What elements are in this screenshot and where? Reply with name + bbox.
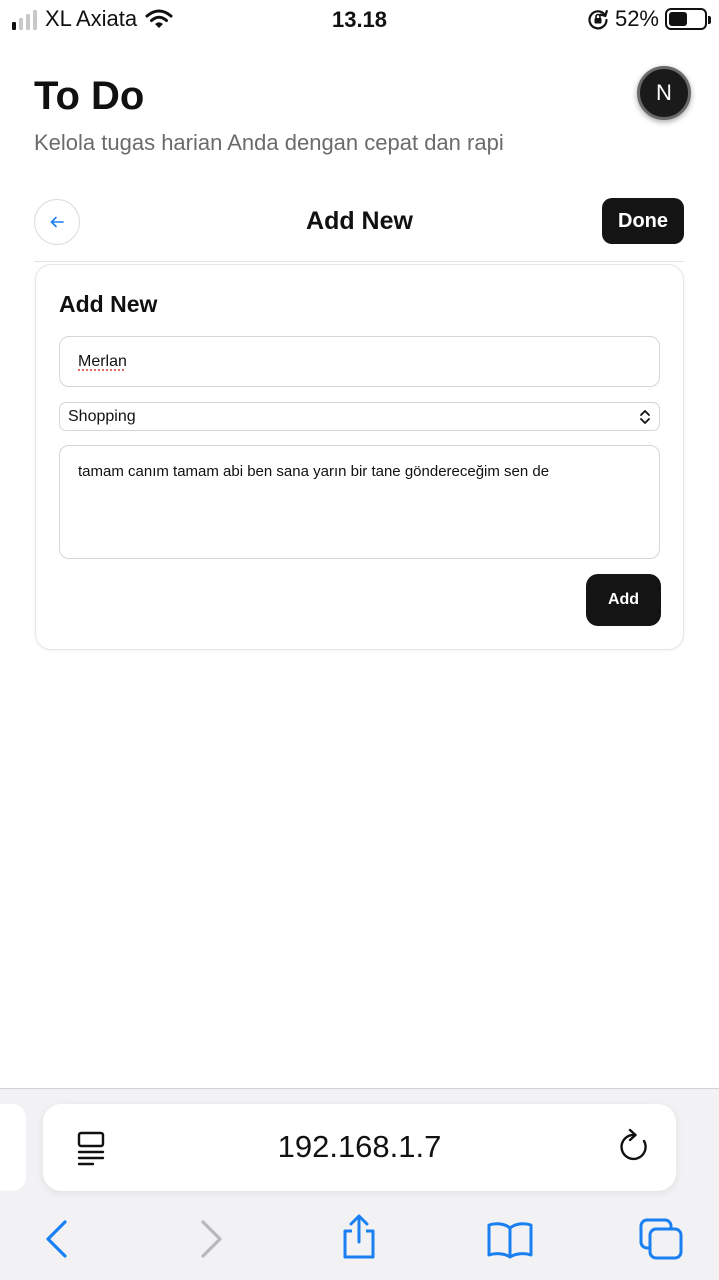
chevron-right-icon bbox=[201, 1220, 222, 1258]
signal-icon bbox=[12, 8, 37, 30]
back-button[interactable] bbox=[34, 199, 80, 245]
divider bbox=[34, 261, 684, 262]
category-value: Shopping bbox=[68, 407, 136, 425]
arrow-left-icon bbox=[50, 216, 64, 228]
browser-forward-button[interactable] bbox=[196, 1217, 228, 1261]
battery-fill bbox=[669, 12, 687, 26]
status-bar: XL Axiata 13.18 52% bbox=[0, 0, 719, 40]
bookmarks-icon bbox=[487, 1222, 533, 1259]
url-text: 192.168.1.7 bbox=[277, 1129, 442, 1164]
battery-icon bbox=[665, 8, 711, 30]
tabs-icon bbox=[639, 1218, 683, 1260]
card-title: Add New bbox=[59, 291, 158, 317]
orientation-lock-icon bbox=[588, 9, 608, 30]
add-button[interactable]: Add bbox=[586, 574, 661, 626]
previous-tab-preview[interactable] bbox=[0, 1104, 26, 1191]
reload-icon[interactable] bbox=[617, 1128, 653, 1166]
category-select[interactable]: Shopping bbox=[59, 402, 660, 431]
done-button[interactable]: Done bbox=[602, 198, 684, 244]
app-screen: XL Axiata 13.18 52% To Do Kelola tugas h… bbox=[0, 0, 719, 1280]
status-left: XL Axiata bbox=[12, 6, 173, 32]
page-title: To Do bbox=[34, 74, 145, 118]
battery-percent: 52% bbox=[614, 6, 659, 31]
wifi-icon bbox=[145, 9, 173, 28]
notes-textarea[interactable]: tamam canım tamam abi ben sana yarın bir… bbox=[59, 445, 660, 559]
browser-toolbar: 192.168.1.7 bbox=[0, 1088, 719, 1280]
task-name-input[interactable]: Merlan bbox=[59, 336, 660, 387]
add-new-card: Add New Merlan Shopping tamam canım tama… bbox=[35, 264, 684, 650]
task-name-value: Merlan bbox=[78, 352, 127, 370]
tabs-button[interactable] bbox=[638, 1217, 684, 1261]
page-menu-icon[interactable] bbox=[75, 1130, 107, 1166]
chevron-up-down-icon bbox=[640, 409, 650, 424]
address-bar[interactable]: 192.168.1.7 bbox=[43, 1104, 676, 1191]
browser-back-button[interactable] bbox=[40, 1217, 72, 1261]
status-right: 52% bbox=[587, 6, 711, 32]
share-button[interactable] bbox=[338, 1214, 380, 1261]
share-icon bbox=[343, 1214, 375, 1259]
page-subtitle: Kelola tugas harian Anda dengan cepat da… bbox=[34, 130, 504, 155]
bookmarks-button[interactable] bbox=[486, 1217, 534, 1261]
carrier-name: XL Axiata bbox=[45, 6, 138, 31]
avatar[interactable]: N bbox=[637, 66, 691, 120]
chevron-left-icon bbox=[46, 1220, 67, 1258]
notes-value: tamam canım tamam abi ben sana yarın bir… bbox=[78, 463, 550, 480]
